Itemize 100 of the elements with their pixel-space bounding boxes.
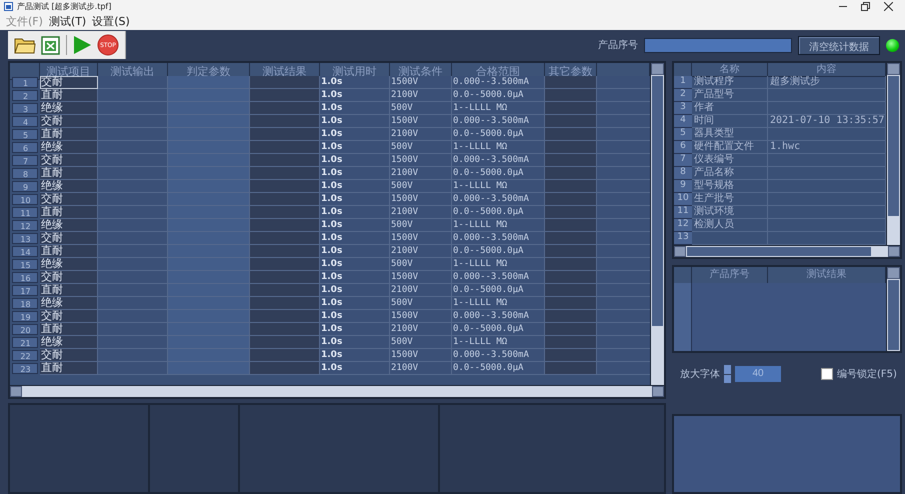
menu-item[interactable]: 设置(S) (92, 14, 130, 29)
table-cell: 1.0s (320, 141, 390, 154)
table-cell: 器具类型 (692, 128, 768, 141)
row-number: 23 (12, 363, 38, 374)
table-cell: 0.0--5000.0μA (452, 323, 545, 336)
table-cell: 1.0s (320, 310, 390, 323)
table-cell[interactable]: 交耐 (40, 232, 98, 245)
row-number: 11 (674, 206, 692, 219)
table-cell: 1--LLLL MΩ (452, 336, 545, 349)
table-cell: 1.0s (320, 349, 390, 362)
table-cell: 0.000--3.500mA (452, 271, 545, 284)
row-number: 15 (12, 259, 38, 270)
table-cell[interactable]: 交耐 (40, 349, 98, 362)
table-cell: 2100V (390, 167, 452, 180)
table-cell: 500V (390, 258, 452, 271)
table-cell: 1--LLLL MΩ (452, 258, 545, 271)
table-cell: 1500V (390, 193, 452, 206)
table-cell: 0.0--5000.0μA (452, 89, 545, 102)
row-number: 10 (674, 193, 692, 206)
table-cell: 0.0--5000.0μA (452, 167, 545, 180)
table-cell: 1500V (390, 154, 452, 167)
table-cell: 型号规格 (692, 180, 768, 193)
row-number: 8 (12, 168, 38, 179)
table-cell: 1.hwc (768, 141, 886, 154)
table-cell: 1--LLLL MΩ (452, 219, 545, 232)
table-cell: 1.0s (320, 271, 390, 284)
table-cell[interactable]: 直耐 (40, 323, 98, 336)
table-cell[interactable]: 直耐 (40, 206, 98, 219)
table-cell[interactable]: 交耐 (40, 154, 98, 167)
table-cell: 1--LLLL MΩ (452, 297, 545, 310)
row-number: 5 (674, 128, 692, 141)
table-cell: 超多测试步 (768, 76, 886, 89)
table-cell: 1.0s (320, 193, 390, 206)
row-number: 9 (674, 180, 692, 193)
row-number: 2 (12, 90, 38, 101)
table-cell: 1--LLLL MΩ (452, 180, 545, 193)
table-cell[interactable]: 绝缘 (40, 102, 98, 115)
table-cell: 1.0s (320, 336, 390, 349)
table-cell[interactable]: 直耐 (40, 167, 98, 180)
table-cell: 1.0s (320, 76, 390, 89)
table-cell: 1--LLLL MΩ (452, 141, 545, 154)
row-number: 8 (674, 167, 692, 180)
table-cell[interactable]: 直耐 (40, 362, 98, 375)
table-cell[interactable]: 直耐 (40, 128, 98, 141)
row-number: 19 (12, 311, 38, 322)
row-number: 3 (12, 103, 38, 114)
row-number: 22 (12, 350, 38, 361)
table-cell: 2100V (390, 128, 452, 141)
table-cell[interactable]: 绝缘 (40, 180, 98, 193)
table-cell: 0.0--5000.0μA (452, 128, 545, 141)
table-cell: 500V (390, 297, 452, 310)
table-cell: 1500V (390, 349, 452, 362)
table-cell: 2021-07-10 13:35:57 (768, 115, 886, 128)
table-cell: 0.0--5000.0μA (452, 362, 545, 375)
table-cell: 1500V (390, 115, 452, 128)
row-number: 2 (674, 89, 692, 102)
table-cell: 0.000--3.500mA (452, 154, 545, 167)
menu-item[interactable]: 测试(T) (48, 14, 86, 29)
table-cell[interactable]: 绝缘 (40, 297, 98, 310)
table-cell[interactable]: 绝缘 (40, 258, 98, 271)
table-cell[interactable]: 绝缘 (40, 141, 98, 154)
table-cell[interactable]: 交耐 (40, 310, 98, 323)
table-cell: 2100V (390, 245, 452, 258)
table-cell: 1.0s (320, 102, 390, 115)
table-cell: 0.000--3.500mA (452, 193, 545, 206)
table-cell[interactable]: 直耐 (40, 245, 98, 258)
table-cell: 1.0s (320, 232, 390, 245)
table-cell: 500V (390, 102, 452, 115)
table-cell: 仪表编号 (692, 154, 768, 167)
table-cell: 1500V (390, 310, 452, 323)
row-number: 21 (12, 337, 38, 348)
row-number: 7 (12, 155, 38, 166)
row-number: 1 (674, 76, 692, 89)
row-number: 6 (12, 142, 38, 153)
table-cell: 1.0s (320, 258, 390, 271)
table-cell[interactable]: 直耐 (40, 284, 98, 297)
row-number: 16 (12, 272, 38, 283)
table-cell[interactable]: 交耐 (40, 115, 98, 128)
table-cell: 0.0--5000.0μA (452, 284, 545, 297)
row-number: 12 (12, 220, 38, 231)
table-cell[interactable]: 绝缘 (40, 336, 98, 349)
table-cell[interactable]: 交耐 (40, 271, 98, 284)
table-cell[interactable]: 交耐 (40, 193, 98, 206)
table-cell: 2100V (390, 323, 452, 336)
table-cell: 500V (390, 336, 452, 349)
font-size-label: 放大字体 (680, 368, 720, 382)
lock-label: 编号锁定(F5) (837, 368, 897, 382)
row-number: 3 (674, 102, 692, 115)
table-cell[interactable]: 绝缘 (40, 219, 98, 232)
table-cell[interactable]: 直耐 (40, 89, 98, 102)
table-cell: 2100V (390, 362, 452, 375)
table-cell: 1.0s (320, 219, 390, 232)
clear-stats-button[interactable]: 清空统计数据 (798, 36, 880, 54)
table-cell: 1500V (390, 271, 452, 284)
window-title: 产品测试 [超多测试步.tpf] (17, 1, 112, 12)
row-number: 10 (12, 194, 38, 205)
table-cell: 检测人员 (692, 219, 768, 232)
row-number: 18 (12, 298, 38, 309)
table-cell: 0.000--3.500mA (452, 115, 545, 128)
table-cell: 1.0s (320, 180, 390, 193)
